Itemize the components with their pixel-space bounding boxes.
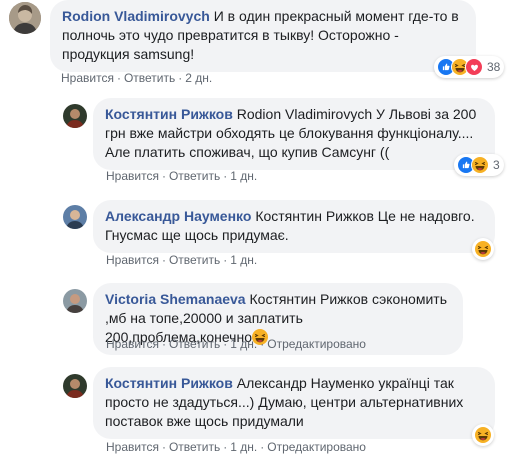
mention-link[interactable]: Александр Науменко <box>237 375 375 391</box>
laughing-face-icon <box>474 240 492 258</box>
comment-author[interactable]: Костянтин Рижков <box>105 106 233 122</box>
avatar[interactable] <box>9 2 41 34</box>
laughing-face-icon <box>471 156 489 174</box>
comment-bubble: Rodion Vladimirovych И в один прекрасный… <box>50 0 476 72</box>
reactions-summary[interactable] <box>472 424 494 446</box>
reply-link[interactable]: Ответить <box>169 440 220 454</box>
reply-link[interactable]: Ответить <box>169 169 220 183</box>
comment-actions: Нравится · Ответить · 1 дн. <box>106 169 257 183</box>
avatar-photo-icon <box>63 104 87 128</box>
reply-link[interactable]: Ответить <box>169 253 220 267</box>
comment-actions: Нравится · Ответить · 1 дн. · Отредактировано <box>106 440 366 454</box>
comment-bubble: Костянтин Рижков Александр Науменко укра… <box>93 367 495 439</box>
like-link[interactable]: Нравится <box>106 337 159 351</box>
comment-author[interactable]: Rodion Vladimirovych <box>62 8 210 24</box>
avatar-photo-icon <box>63 289 87 313</box>
like-link[interactable]: Нравится <box>61 71 114 85</box>
reaction-count: 3 <box>493 158 500 172</box>
avatar[interactable] <box>63 205 87 229</box>
separator: · <box>161 337 166 351</box>
separator: · <box>223 169 228 183</box>
comment-bubble: Костянтин Рижков Rodion Vladimirovych У … <box>93 98 495 170</box>
timestamp[interactable]: 1 дн. <box>230 440 257 454</box>
separator: · <box>161 440 166 454</box>
reactions-summary[interactable]: 3 <box>454 154 504 176</box>
avatar[interactable] <box>63 104 87 128</box>
reaction-count: 38 <box>487 60 501 74</box>
comment-author[interactable]: Костянтин Рижков <box>105 375 233 391</box>
mention-link[interactable]: Костянтин Рижков <box>255 208 374 224</box>
timestamp[interactable]: 1 дн. <box>230 337 257 351</box>
separator: · <box>223 253 228 267</box>
reactions-summary[interactable]: 38 <box>434 56 505 78</box>
separator: · <box>116 71 121 85</box>
mention-link[interactable]: Костянтин Рижков <box>250 291 369 307</box>
comment-bubble: Александр Науменко Костянтин Рижков Це н… <box>93 200 495 253</box>
timestamp[interactable]: 2 дн. <box>185 71 212 85</box>
avatar[interactable] <box>63 374 87 398</box>
avatar[interactable] <box>63 289 87 313</box>
separator: · <box>161 169 166 183</box>
edited-label[interactable]: Отредактировано <box>267 440 366 454</box>
reply-link[interactable]: Ответить <box>124 71 175 85</box>
avatar-photo-icon <box>63 374 87 398</box>
separator: · <box>223 337 228 351</box>
avatar-photo-icon <box>9 2 41 34</box>
edited-label[interactable]: Отредактировано <box>267 337 366 351</box>
comment-actions: Нравится · Ответить · 1 дн. <box>106 253 257 267</box>
timestamp[interactable]: 1 дн. <box>230 169 257 183</box>
separator: · <box>178 71 183 85</box>
like-link[interactable]: Нравится <box>106 169 159 183</box>
mention-link[interactable]: Rodion Vladimirovych <box>237 106 372 122</box>
laughing-face-icon <box>474 426 492 444</box>
separator: · <box>260 440 265 454</box>
timestamp[interactable]: 1 дн. <box>230 253 257 267</box>
comment-author[interactable]: Александр Науменко <box>105 208 251 224</box>
reactions-summary[interactable] <box>472 238 494 260</box>
like-link[interactable]: Нравится <box>106 253 159 267</box>
separator: · <box>223 440 228 454</box>
comment-author[interactable]: Victoria Shemanaeva <box>105 291 246 307</box>
comment-actions: Нравится · Ответить · 1 дн. · Отредактировано <box>106 337 366 351</box>
avatar-photo-icon <box>63 205 87 229</box>
reply-link[interactable]: Ответить <box>169 337 220 351</box>
separator: · <box>161 253 166 267</box>
like-link[interactable]: Нравится <box>106 440 159 454</box>
separator: · <box>260 337 265 351</box>
heart-icon <box>465 58 483 76</box>
comment-actions: Нравится · Ответить · 2 дн. <box>61 71 212 85</box>
